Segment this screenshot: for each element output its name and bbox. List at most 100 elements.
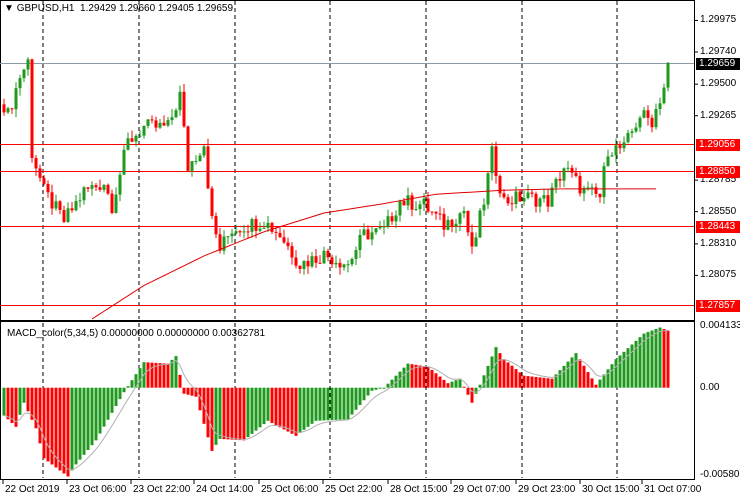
macd-histogram-bar bbox=[346, 387, 350, 420]
candle-body bbox=[566, 167, 570, 169]
candle-body bbox=[262, 227, 266, 229]
candle-body bbox=[422, 198, 426, 205]
candle-body bbox=[434, 211, 438, 214]
candle-body bbox=[598, 193, 602, 198]
candle-body bbox=[130, 138, 134, 142]
candle-body bbox=[442, 213, 446, 230]
candle-body bbox=[666, 62, 670, 88]
candle-body bbox=[298, 265, 302, 269]
macd-histogram-bar bbox=[538, 377, 542, 388]
candle-body bbox=[526, 192, 530, 198]
candle-body bbox=[318, 262, 322, 264]
candle-body bbox=[126, 138, 130, 150]
macd-histogram-bar bbox=[618, 355, 622, 388]
macd-histogram-bar bbox=[430, 369, 434, 388]
candle-body bbox=[486, 173, 490, 205]
candle-body bbox=[626, 132, 630, 143]
macd-histogram-bar bbox=[218, 387, 222, 439]
candle-body bbox=[66, 208, 70, 222]
macd-histogram-bar bbox=[350, 387, 354, 415]
candle-body bbox=[290, 246, 294, 258]
candle-body bbox=[218, 234, 222, 251]
candle-body bbox=[466, 211, 470, 233]
candle-body bbox=[454, 223, 458, 227]
macd-value-2: 0.00000000 bbox=[156, 328, 210, 339]
price-axis-label: 1.28310 bbox=[700, 237, 737, 249]
macd-histogram-bar bbox=[374, 387, 378, 390]
candle-body bbox=[418, 204, 422, 209]
candle-body bbox=[38, 168, 42, 178]
candle-body bbox=[230, 233, 234, 237]
candle-body bbox=[30, 59, 34, 159]
candle-body bbox=[370, 232, 374, 240]
macd-histogram-bar bbox=[118, 387, 122, 400]
time-axis-label: 28 Oct 15:00 bbox=[390, 484, 448, 495]
candle-body bbox=[642, 110, 646, 118]
chart-window[interactable]: ▼ GBPUSD,H1 1.29429 1.29660 1.29405 1.29… bbox=[0, 0, 740, 500]
candle-body bbox=[178, 91, 182, 111]
candle-body bbox=[574, 172, 578, 176]
macd-histogram-bar bbox=[62, 387, 66, 474]
candle-body bbox=[406, 195, 410, 206]
macd-histogram-bar bbox=[406, 363, 410, 388]
candle-body bbox=[394, 215, 398, 222]
macd-histogram-bar bbox=[582, 365, 586, 388]
price-axis-label: 1.28550 bbox=[700, 205, 737, 217]
candle-body bbox=[518, 191, 522, 202]
close-value: 1.29659 bbox=[196, 3, 234, 14]
macd-histogram-bar bbox=[530, 376, 534, 388]
macd-histogram-bar bbox=[478, 384, 482, 388]
candle-body bbox=[146, 119, 150, 126]
macd-histogram-bar bbox=[242, 387, 246, 441]
macd-histogram-bar bbox=[654, 329, 658, 388]
macd-histogram-bar bbox=[662, 329, 666, 388]
macd-histogram-bar bbox=[622, 351, 626, 388]
price-axis-label: 1.29975 bbox=[700, 14, 737, 26]
candle-body bbox=[330, 257, 334, 265]
macd-histogram-bar bbox=[98, 387, 102, 434]
macd-value-3: 0.00362781 bbox=[212, 328, 266, 339]
candle-body bbox=[426, 198, 430, 212]
macd-histogram-bar bbox=[330, 387, 334, 421]
macd-histogram-bar bbox=[658, 327, 662, 388]
macd-histogram-bar bbox=[338, 387, 342, 420]
macd-histogram-bar bbox=[178, 374, 182, 388]
candle-body bbox=[450, 219, 454, 227]
price-level-label: 1.28443 bbox=[696, 220, 740, 233]
candle-body bbox=[190, 161, 194, 171]
macd-histogram-bar bbox=[186, 387, 190, 395]
chart-canvas[interactable] bbox=[0, 0, 740, 500]
collapse-triangle-icon[interactable]: ▼ bbox=[4, 3, 14, 14]
candle-body bbox=[154, 120, 158, 128]
macd-histogram-bar bbox=[298, 387, 302, 433]
macd-histogram-bar bbox=[138, 368, 142, 388]
candle-body bbox=[374, 228, 378, 233]
macd-histogram-bar bbox=[42, 387, 46, 459]
candle-body bbox=[162, 122, 166, 126]
candle-body bbox=[6, 108, 10, 113]
candle-body bbox=[594, 187, 598, 194]
macd-histogram-bar bbox=[306, 387, 310, 427]
candle-body bbox=[278, 232, 282, 238]
macd-histogram-bar bbox=[518, 372, 522, 388]
macd-histogram-bar bbox=[450, 381, 454, 388]
macd-histogram-bar bbox=[402, 367, 406, 388]
candle-body bbox=[22, 69, 26, 79]
macd-histogram-bar bbox=[114, 387, 118, 406]
symbol-label: GBPUSD,H1 bbox=[16, 3, 75, 14]
candle-body bbox=[202, 146, 206, 156]
macd-histogram-bar bbox=[326, 387, 330, 421]
macd-histogram-bar bbox=[210, 387, 214, 451]
macd-histogram-bar bbox=[598, 379, 602, 388]
macd-histogram-bar bbox=[418, 365, 422, 388]
candle-body bbox=[578, 175, 582, 194]
macd-histogram-bar bbox=[226, 387, 230, 440]
candle-body bbox=[650, 117, 654, 128]
candle-body bbox=[110, 193, 114, 213]
candle-body bbox=[10, 108, 14, 110]
macd-histogram-bar bbox=[446, 383, 450, 388]
macd-histogram-bar bbox=[322, 387, 326, 421]
macd-histogram-bar bbox=[410, 364, 414, 388]
candle-body bbox=[174, 110, 178, 118]
time-axis-label: 29 Oct 07:00 bbox=[453, 484, 511, 495]
